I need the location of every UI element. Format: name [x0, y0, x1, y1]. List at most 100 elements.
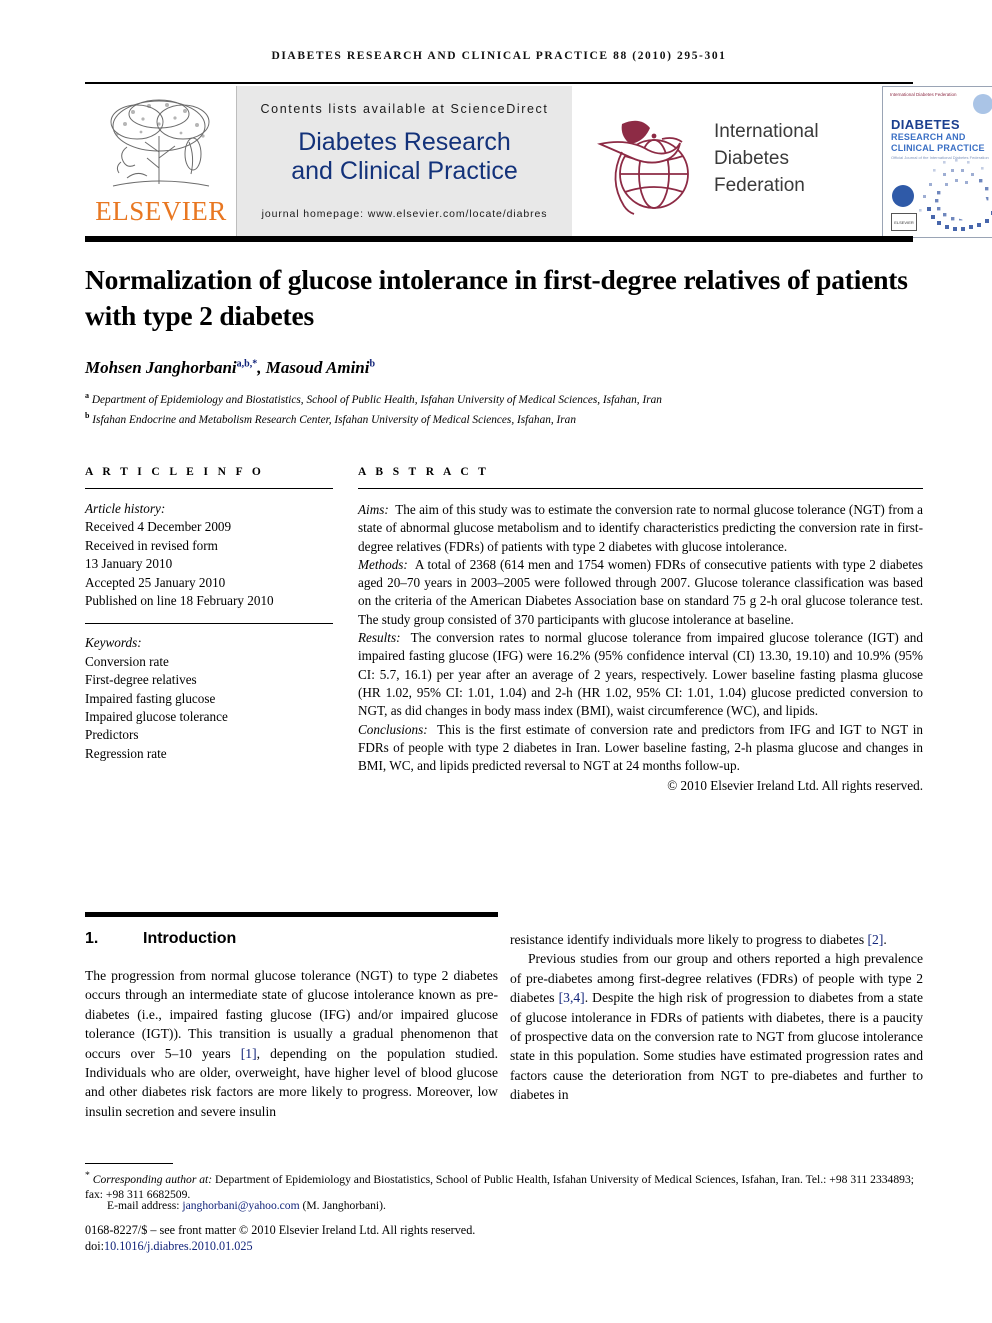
doi-link[interactable]: 10.1016/j.diabres.2010.01.025	[104, 1239, 253, 1253]
corresponding-author-label: Corresponding author at:	[92, 1172, 213, 1186]
elsevier-wordmark: ELSEVIER	[95, 196, 227, 226]
cover-publisher-mark: ELSEVIER	[891, 213, 917, 231]
keyword-item: Impaired glucose tolerance	[85, 709, 228, 725]
front-matter-note: 0168-8227/$ – see front matter © 2010 El…	[85, 1223, 476, 1237]
cover-subtitle-1: RESEARCH AND	[891, 132, 966, 142]
email-link[interactable]: janghorbani@yahoo.com	[182, 1199, 299, 1212]
article-info-divider	[85, 488, 333, 489]
contents-lists-line: Contents lists available at ScienceDirec…	[260, 102, 549, 116]
history-item: 13 January 2010	[85, 556, 173, 572]
author-list: Mohsen Janghorbania,b,*, Masoud Aminib	[85, 358, 376, 377]
idf-wordmark: International Diabetes Federation	[714, 118, 819, 199]
abstract-methods-label: Methods:	[358, 556, 408, 572]
article-history-label: Article history:	[85, 501, 166, 516]
article-info-heading: A R T I C L E I N F O	[85, 466, 265, 478]
header-top-rule	[85, 82, 913, 84]
body-column-left: The progression from normal glucose tole…	[85, 966, 498, 1121]
abstract-conclusions-text: This is the first estimate of conversion…	[358, 721, 923, 774]
idf-line-2: Diabetes	[714, 148, 789, 169]
journal-homepage-link[interactable]: journal homepage: www.elsevier.com/locat…	[237, 208, 572, 220]
affiliation-a-text: Department of Epidemiology and Biostatis…	[91, 393, 662, 406]
abstract-body: Aims: The aim of this study was to estim…	[358, 501, 923, 796]
keyword-item: Conversion rate	[85, 653, 169, 669]
cover-dot-accent	[973, 94, 992, 114]
email-note: E-mail address: janghorbani@yahoo.com (M…	[85, 1199, 925, 1212]
keyword-item: Impaired fasting glucose	[85, 690, 216, 706]
affiliation-b: b Isfahan Endocrine and Metabolism Resea…	[85, 408, 925, 428]
email-suffix: (M. Janghorbani).	[299, 1199, 386, 1212]
journal-title-line2: and Clinical Practice	[291, 157, 518, 185]
keywords-list: Keywords: Conversion rate First-degree r…	[85, 634, 333, 763]
cover-title: DIABETES	[891, 117, 960, 132]
article-info-column: A R T I C L E I N F O Article history: R…	[85, 466, 333, 763]
affiliation-b-marker: b	[85, 411, 90, 421]
history-item: Published on line 18 February 2010	[85, 593, 274, 609]
article-history: Article history: Received 4 December 200…	[85, 500, 333, 610]
abstract-aims: Aims: The aim of this study was to estim…	[358, 501, 923, 556]
section-title: Introduction	[143, 930, 237, 947]
idf-line-3: Federation	[714, 175, 805, 196]
page-title: Normalization of glucose intolerance in …	[85, 264, 908, 331]
abstract-heading: A B S T R A C T	[358, 466, 490, 478]
abstract-copyright: © 2010 Elsevier Ireland Ltd. All rights …	[667, 778, 923, 794]
citation-ref-3-4[interactable]: [3,4]	[559, 990, 585, 1005]
idf-logo-block: International Diabetes Federation	[572, 86, 882, 238]
body-column-right: resistance identify individuals more lik…	[510, 930, 923, 1105]
affiliations: a Department of Epidemiology and Biostat…	[85, 388, 925, 429]
history-item: Received 4 December 2009	[85, 519, 232, 535]
citation-ref-2[interactable]: [2]	[868, 932, 884, 947]
affiliation-a: a Department of Epidemiology and Biostat…	[85, 388, 925, 408]
abstract-methods: Methods: A total of 2368 (614 men and 17…	[358, 556, 923, 629]
elsevier-tree-icon	[110, 99, 210, 187]
elsevier-logo-block: ELSEVIER	[85, 86, 237, 238]
section-rule	[85, 912, 498, 917]
abstract-results: Results: The conversion rates to normal …	[358, 629, 923, 720]
keyword-item: Regression rate	[85, 745, 167, 761]
doi-label: doi:	[85, 1239, 104, 1253]
history-item: Received in revised form	[85, 537, 218, 553]
abstract-results-label: Results:	[358, 630, 401, 646]
intro-paragraph-2: Previous studies from our group and othe…	[510, 949, 923, 1104]
abstract-divider	[358, 488, 923, 489]
footnote-rule	[85, 1163, 173, 1164]
keywords-label: Keywords:	[85, 635, 142, 651]
cover-idf-mark: International Diabetes Federation	[890, 92, 957, 97]
running-head: DIABETES RESEARCH AND CLINICAL PRACTICE …	[271, 50, 727, 62]
history-item: Accepted 25 January 2010	[85, 574, 226, 590]
keyword-item: First-degree relatives	[85, 672, 197, 688]
abstract-conclusions-label: Conclusions:	[358, 721, 428, 737]
cover-dot-spiral-graphic	[919, 159, 992, 231]
intro-paragraph-1: The progression from normal glucose tole…	[85, 966, 498, 1121]
corresponding-author-note: * Corresponding author at: Department of…	[85, 1168, 925, 1203]
journal-cover-thumbnail: International Diabetes Federation DIABET…	[882, 86, 992, 238]
email-label: E-mail address:	[107, 1199, 180, 1212]
journal-title-line1: Diabetes Research	[298, 128, 511, 156]
abstract-results-text: The conversion rates to normal glucose t…	[358, 630, 923, 719]
sciencedirect-banner[interactable]: Contents lists available at ScienceDirec…	[237, 86, 572, 238]
section-number: 1.	[85, 930, 99, 947]
idf-line-1: International	[714, 121, 819, 142]
keywords-block: Keywords: Conversion rate First-degree r…	[85, 623, 333, 763]
cover-anniversary-badge	[892, 185, 914, 207]
citation-ref-1[interactable]: [1]	[241, 1046, 257, 1061]
intro-paragraph-1-cont: resistance identify individuals more lik…	[510, 930, 923, 949]
abstract-conclusions: Conclusions: This is the first estimate …	[358, 721, 923, 776]
keyword-item: Predictors	[85, 727, 139, 743]
abstract-aims-text: The aim of this study was to estimate th…	[358, 502, 923, 554]
journal-header-band: ELSEVIER Contents lists available at Sci…	[85, 86, 992, 238]
keywords-divider	[85, 623, 333, 625]
affiliation-b-text: Isfahan Endocrine and Metabolism Researc…	[92, 414, 576, 427]
doi-note: doi:10.1016/j.diabres.2010.01.025	[85, 1239, 925, 1254]
intro-p2-part-b: . Despite the high risk of progression t…	[510, 990, 923, 1103]
affiliation-a-marker: a	[85, 391, 89, 400]
intro-p1-cont-a: resistance identify individuals more lik…	[510, 932, 868, 947]
abstract-methods-text: A total of 2368 (614 men and 1754 women)…	[358, 556, 923, 627]
intro-p1-cont-b: .	[883, 932, 887, 947]
section-heading-introduction: 1. Introduction	[85, 930, 236, 948]
journal-title: Diabetes Research and Clinical Practice	[237, 128, 572, 186]
abstract-column: A B S T R A C T Aims: The aim of this st…	[358, 466, 923, 796]
header-bottom-rule	[85, 236, 913, 242]
idf-bird-globe-icon	[597, 120, 689, 215]
abstract-aims-label: Aims:	[358, 502, 389, 517]
article-page: DIABETES RESEARCH AND CLINICAL PRACTICE …	[0, 0, 992, 1323]
